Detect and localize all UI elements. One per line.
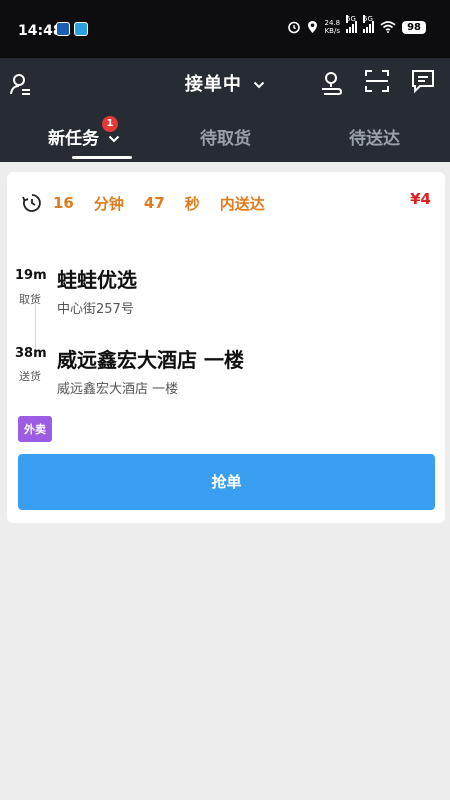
signal-label: 5G (363, 15, 373, 23)
app-header: 接单中 新任务 1 待取货 待送达 (0, 58, 450, 162)
tab-pending-delivery[interactable]: 待送达 (349, 124, 400, 149)
order-card[interactable]: 16 分钟 47 秒 内送达 ¥4 19m 取货 蛙蛙优选 中心街257号 38… (7, 172, 445, 523)
delivery-fee: ¥4 (410, 190, 431, 208)
pickup-distance: 19m (15, 268, 47, 283)
net-speed: 24.8 KB/s (324, 19, 340, 35)
grab-order-button[interactable]: 抢单 (18, 454, 435, 510)
dropoff-name: 威远鑫宏大酒店 一楼 (57, 348, 244, 372)
location-route-icon[interactable] (318, 70, 344, 96)
pickup-address: 中心街257号 (57, 302, 134, 317)
timer-icon (22, 194, 41, 212)
tab-pending-pickup[interactable]: 待取货 (200, 124, 251, 149)
net-speed-value: 24.8 (324, 19, 341, 27)
battery-level: 98 (402, 20, 426, 34)
wifi-icon (380, 21, 396, 33)
tab-badge: 1 (101, 116, 118, 132)
tab-new-tasks[interactable]: 新任务 1 (48, 116, 120, 149)
tab-label: 待取货 (200, 129, 251, 149)
dropoff-address: 威远鑫宏大酒店 一楼 (57, 382, 179, 397)
signal-icon: 5G (363, 15, 375, 33)
chevron-down-icon (108, 135, 120, 143)
order-tabs: 新任务 1 待取货 待送达 (0, 116, 450, 162)
chevron-down-icon (253, 81, 265, 89)
app-notification-icon (56, 22, 70, 36)
status-indicators: 24.8 KB/s 5G 5G 98 (287, 15, 426, 35)
delivery-deadline: 16 分钟 47 秒 内送达 (21, 192, 265, 214)
scan-icon[interactable] (364, 68, 390, 94)
deadline-sec-unit: 秒 (184, 194, 200, 213)
signal-label: 5G (346, 15, 356, 23)
pickup-name: 蛙蛙优选 (57, 268, 137, 292)
message-icon[interactable] (410, 68, 436, 94)
tab-label: 待送达 (349, 129, 400, 149)
dropoff-distance: 38m (15, 346, 47, 361)
deadline-suffix: 内送达 (219, 194, 265, 213)
order-type-tag: 外卖 (18, 416, 52, 442)
deadline-minutes: 16 (53, 194, 74, 212)
pickup-type: 取货 (19, 293, 41, 306)
deadline-min-unit: 分钟 (93, 194, 124, 213)
alarm-icon (288, 21, 301, 34)
signal-icon: 5G (346, 15, 358, 33)
dropoff-type: 送货 (19, 370, 41, 383)
notification-icons (56, 22, 88, 36)
tab-label: 新任务 (48, 129, 99, 149)
app-notification-icon (74, 22, 88, 36)
deadline-seconds: 47 (143, 194, 165, 212)
status-bar: 14:48 24.8 KB/s 5G 5G 98 (0, 0, 450, 58)
location-icon (308, 21, 318, 33)
net-speed-unit: KB/s (324, 27, 340, 35)
work-status-label: 接单中 (184, 74, 242, 95)
active-tab-indicator (72, 156, 132, 159)
